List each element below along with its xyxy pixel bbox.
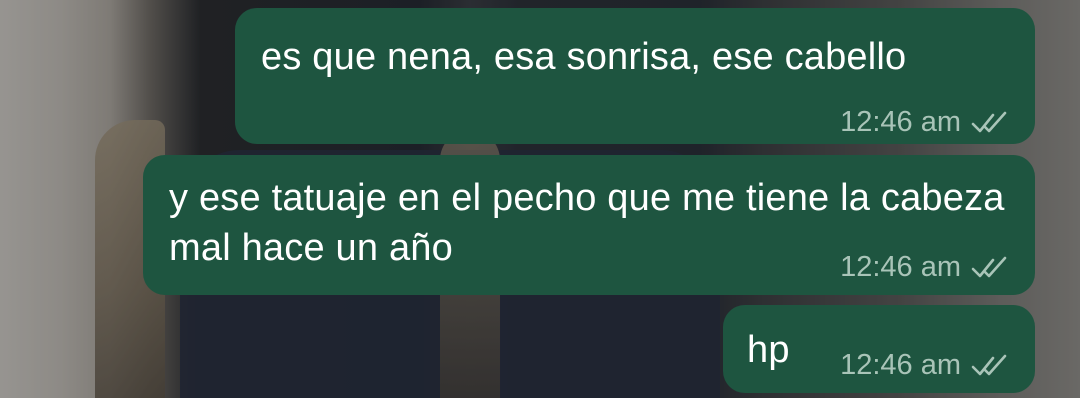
double-check-icon xyxy=(971,256,1007,277)
double-check-icon xyxy=(971,354,1007,375)
outgoing-message-bubble[interactable]: y ese tatuaje en el pecho que me tiene l… xyxy=(143,155,1035,295)
double-check-icon xyxy=(971,111,1007,132)
message-list[interactable]: es que nena, esa sonrisa, ese cabello 12… xyxy=(0,0,1080,398)
message-meta: 12:46 am xyxy=(840,106,1011,139)
message-time: 12:46 am xyxy=(840,106,961,138)
message-time: 12:46 am xyxy=(840,349,961,381)
message-time: 12:46 am xyxy=(840,251,961,283)
message-text: hp xyxy=(747,329,790,371)
message-text: es que nena, esa sonrisa, ese cabello xyxy=(261,36,907,78)
outgoing-message-bubble[interactable]: es que nena, esa sonrisa, ese cabello 12… xyxy=(235,8,1035,144)
message-meta: 12:46 am xyxy=(840,349,1011,382)
message-meta: 12:46 am xyxy=(840,251,1011,284)
outgoing-message-bubble[interactable]: hp 12:46 am xyxy=(723,305,1035,393)
